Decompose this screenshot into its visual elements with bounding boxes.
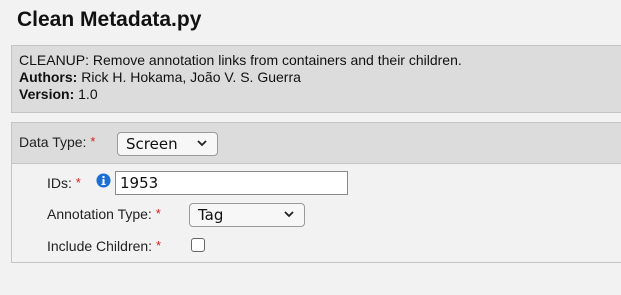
version-label: Version:: [19, 86, 75, 102]
annotation-type-select[interactable]: Tag: [189, 203, 305, 227]
annotation-type-label: Annotation Type: *: [47, 206, 161, 222]
required-marker: *: [155, 206, 161, 221]
include-children-label: Include Children: *: [47, 238, 162, 254]
script-description: CLEANUP: Remove annotation links from co…: [19, 52, 462, 68]
data-type-select[interactable]: Screen: [117, 132, 218, 156]
data-type-label: Data Type: *: [19, 134, 96, 150]
ids-label: IDs: *: [47, 175, 81, 191]
ids-input[interactable]: 1953: [115, 171, 348, 195]
script-info-panel: CLEANUP: Remove annotation links from co…: [11, 45, 621, 113]
include-children-checkbox[interactable]: [191, 238, 205, 252]
chevron-down-icon: [284, 211, 294, 218]
script-authors: Authors: Rick H. Hokama, João V. S. Guer…: [19, 69, 621, 86]
authors-value: Rick H. Hokama, João V. S. Guerra: [77, 69, 301, 85]
annotation-type-selected: Tag: [198, 206, 224, 224]
authors-label: Authors:: [19, 69, 78, 85]
data-type-row: Data Type: * Screen: [12, 123, 621, 164]
page-title: Clean Metadata.py: [17, 8, 202, 31]
data-type-selected: Screen: [126, 135, 178, 153]
script-version: Version: 1.0: [19, 86, 621, 103]
version-value: 1.0: [74, 86, 98, 102]
chevron-down-icon: [197, 140, 207, 147]
required-marker: *: [155, 238, 162, 253]
script-parameters-form: Data Type: * Screen IDs: * 1953 Annotati…: [11, 122, 621, 263]
required-marker: *: [90, 134, 96, 149]
required-marker: *: [75, 175, 81, 190]
info-circle-icon[interactable]: [96, 173, 111, 188]
